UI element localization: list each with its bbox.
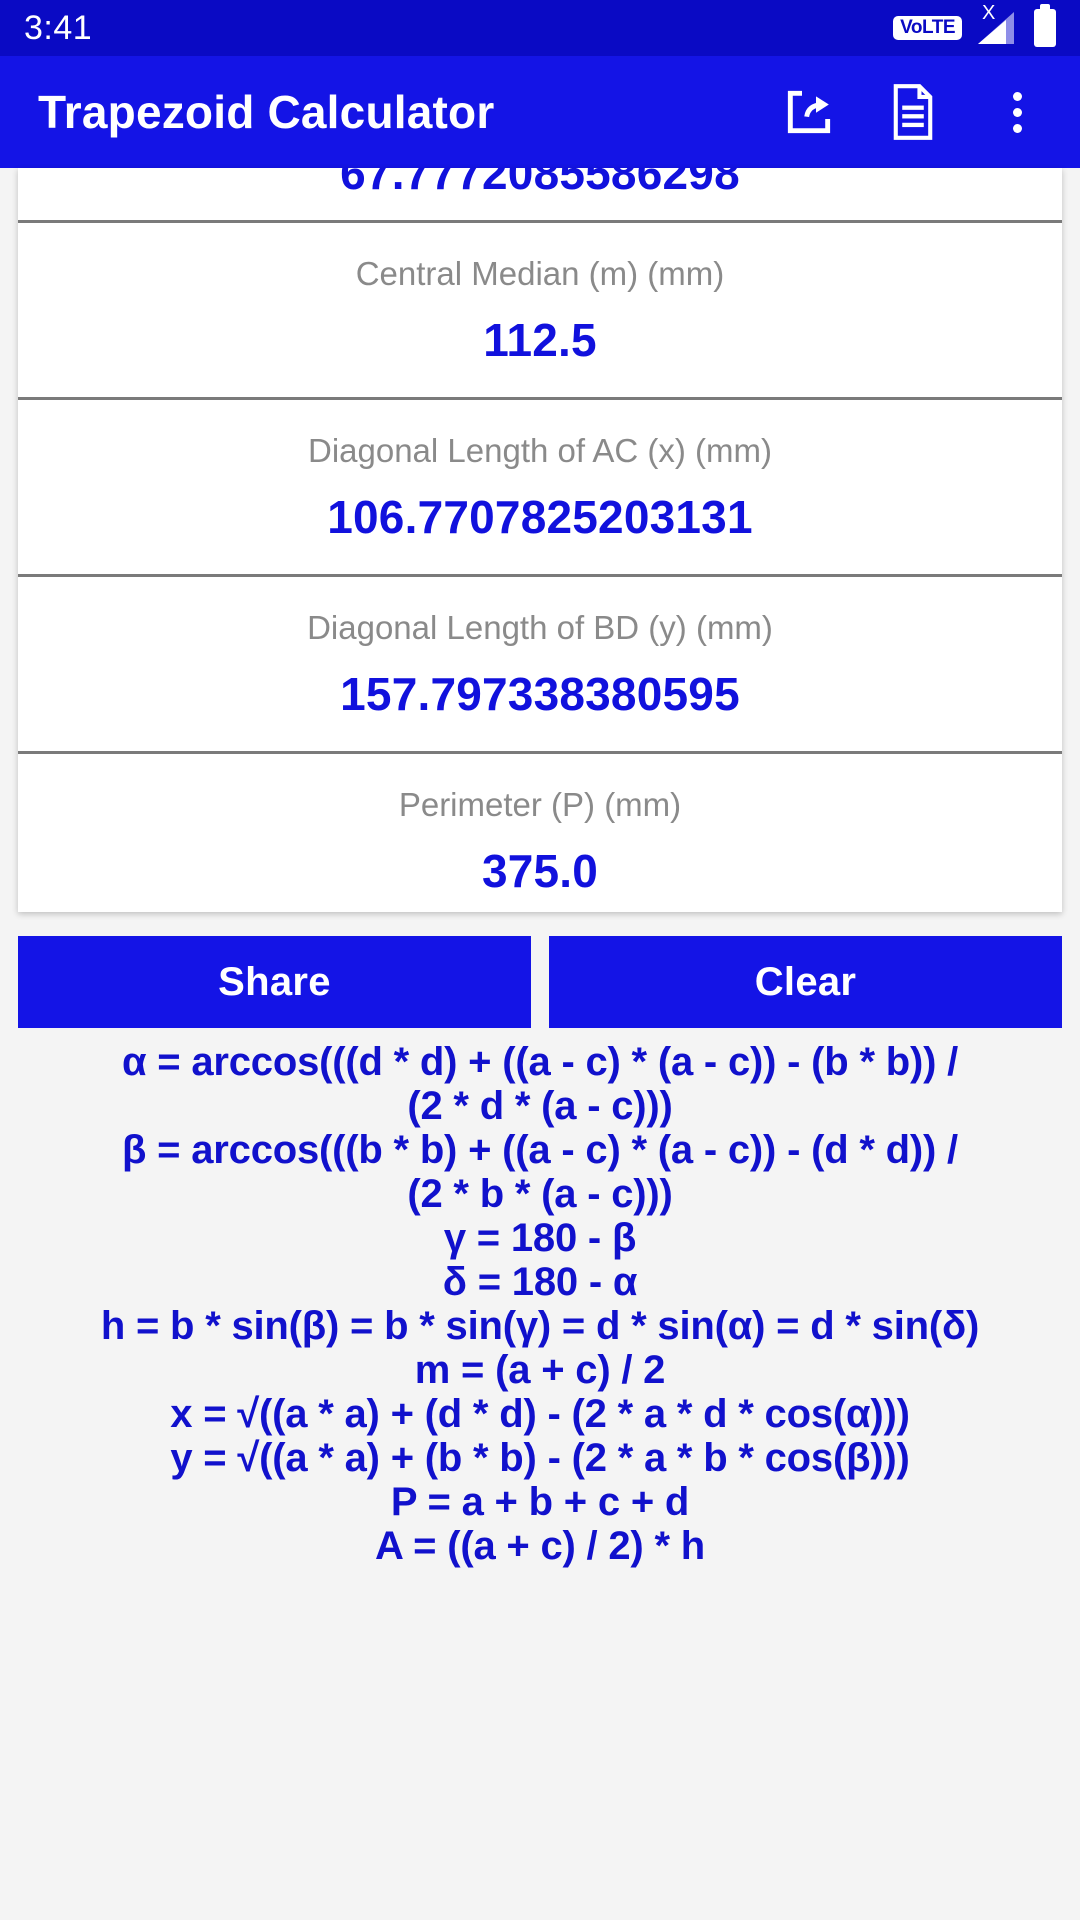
- formula-line: (2 * d * (a - c))): [407, 1084, 673, 1128]
- result-value: 67.7772085586298: [340, 168, 740, 199]
- formula-line: h = b * sin(β) = b * sin(γ) = d * sin(α)…: [100, 1304, 980, 1348]
- result-value-perimeter: 375.0: [481, 845, 599, 897]
- battery-icon: [1034, 4, 1056, 47]
- result-label-perimeter: Perimeter (P) (mm): [398, 786, 682, 823]
- formula-line: α = arccos(((d * d) + ((a - c) * (a - c)…: [121, 1040, 959, 1084]
- page-title: Trapezoid Calculator: [38, 86, 495, 138]
- formula-line: β = arccos(((b * b) + ((a - c) * (a - c)…: [122, 1128, 958, 1172]
- share-button[interactable]: [780, 83, 838, 141]
- share-icon: [787, 90, 831, 134]
- app-bar: Trapezoid Calculator: [0, 56, 1080, 168]
- status-clock: 3:41: [24, 9, 93, 47]
- clear-button[interactable]: Clear: [549, 936, 1062, 1028]
- signal-triangle-icon: [978, 12, 1014, 44]
- formula-line: m = (a + c) / 2: [414, 1348, 666, 1392]
- result-value-diagonal-bd: 157.797338380595: [340, 668, 740, 720]
- formula-line: P = a + b + c + d: [390, 1480, 690, 1524]
- result-value-diagonal-ac: 106.7707825203131: [327, 491, 753, 543]
- share-button-main[interactable]: Share: [18, 936, 531, 1028]
- signal-bars-icon: X: [976, 2, 1020, 48]
- formula-line: δ = 180 - α: [442, 1260, 638, 1304]
- overflow-menu-button[interactable]: [988, 83, 1046, 141]
- document-icon: [893, 84, 933, 140]
- result-value-central-median: 112.5: [483, 314, 597, 366]
- results-card[interactable]: 67.7772085586298 Central Median (m) (mm)…: [18, 168, 1062, 912]
- table-row: Diagonal Length of AC (x) (mm) 106.77078…: [18, 400, 1062, 577]
- results-list: 67.7772085586298 Central Median (m) (mm)…: [18, 168, 1062, 912]
- formula-line: y = √((a * a) + (b * b) - (2 * a * b * c…: [170, 1436, 910, 1480]
- table-row: Diagonal Length of BD (y) (mm) 157.79733…: [18, 577, 1062, 754]
- status-icons: VoLTE X: [893, 2, 1056, 48]
- result-label-diagonal-bd: Diagonal Length of BD (y) (mm): [307, 609, 773, 646]
- table-row: Central Median (m) (mm) 112.5: [18, 223, 1062, 400]
- result-label-central-median: Central Median (m) (mm): [355, 255, 725, 292]
- document-button[interactable]: [884, 83, 942, 141]
- volte-icon: VoLTE: [893, 16, 962, 40]
- formula-block: α = arccos(((d * d) + ((a - c) * (a - c)…: [0, 1028, 1080, 1568]
- result-label-diagonal-ac: Diagonal Length of AC (x) (mm): [307, 432, 772, 469]
- status-bar: 3:41 VoLTE X: [0, 0, 1080, 56]
- app-bar-actions: [780, 83, 1046, 141]
- formula-line: (2 * b * (a - c))): [407, 1172, 673, 1216]
- action-button-row: Share Clear: [0, 912, 1080, 1028]
- overflow-menu-icon: [1012, 91, 1022, 133]
- result-row-partial: 67.7772085586298: [18, 168, 1062, 223]
- formula-line: x = √((a * a) + (d * d) - (2 * a * d * c…: [170, 1392, 910, 1436]
- table-row: Perimeter (P) (mm) 375.0: [18, 754, 1062, 912]
- formula-line: A = ((a + c) / 2) * h: [375, 1524, 705, 1568]
- formula-line: γ = 180 - β: [443, 1216, 637, 1260]
